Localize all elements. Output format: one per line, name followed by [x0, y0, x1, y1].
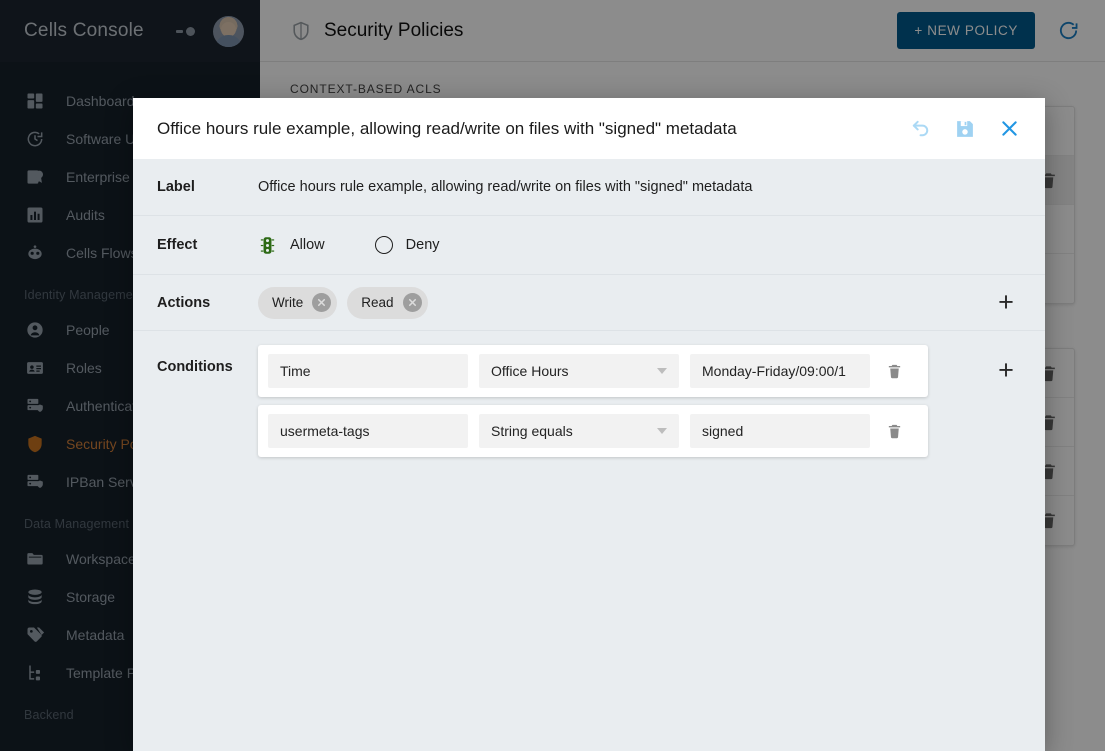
condition-item: String equals	[258, 405, 928, 457]
action-chip-label: Write	[272, 295, 304, 310]
traffic-light-icon	[258, 236, 277, 255]
condition-value-input[interactable]	[690, 354, 870, 388]
actions-field-label: Actions	[157, 294, 211, 311]
condition-operator-value: Office Hours	[491, 363, 569, 379]
condition-key-input[interactable]	[268, 354, 468, 388]
add-condition-button[interactable]: +	[991, 355, 1021, 385]
effect-option-allow[interactable]: Allow	[258, 236, 325, 255]
remove-chip-icon[interactable]	[312, 293, 332, 312]
condition-item: Office Hours	[258, 345, 928, 397]
label-row: Label Office hours rule example, allowin…	[133, 159, 1045, 216]
action-chip[interactable]: Write	[258, 286, 338, 319]
close-icon[interactable]	[987, 107, 1031, 151]
delete-condition-icon[interactable]	[881, 358, 907, 384]
conditions-list: Office Hours String equals	[258, 345, 979, 457]
chevron-down-icon	[657, 368, 667, 374]
modal-title: Office hours rule example, allowing read…	[157, 118, 737, 138]
condition-operator-select[interactable]: Office Hours	[479, 354, 679, 388]
empty-circle-icon	[374, 236, 393, 254]
edit-policy-modal: Office hours rule example, allowing read…	[133, 98, 1045, 751]
delete-condition-icon[interactable]	[881, 418, 907, 444]
condition-operator-value: String equals	[491, 423, 573, 439]
effect-options: Allow Deny	[258, 236, 440, 255]
effect-field-label: Effect	[157, 237, 198, 253]
undo-icon[interactable]	[899, 107, 943, 151]
conditions-field-label: Conditions	[157, 359, 233, 375]
actions-chips: Write Read	[258, 286, 991, 319]
actions-row: Actions Write Read +	[133, 275, 1045, 331]
effect-deny-label: Deny	[405, 237, 440, 253]
remove-chip-icon[interactable]	[402, 293, 422, 312]
conditions-row: Conditions Office Hours	[133, 331, 1045, 457]
action-chip[interactable]: Read	[347, 286, 428, 319]
effect-option-deny[interactable]: Deny	[374, 236, 440, 254]
action-chip-label: Read	[361, 295, 394, 310]
label-field-label: Label	[157, 179, 195, 195]
chevron-down-icon	[657, 428, 667, 434]
effect-row: Effect Allow Deny	[133, 216, 1045, 275]
modal-body: Label Office hours rule example, allowin…	[133, 159, 1045, 751]
save-icon[interactable]	[943, 107, 987, 151]
modal-header: Office hours rule example, allowing read…	[133, 98, 1045, 159]
label-field-value[interactable]: Office hours rule example, allowing read…	[258, 179, 752, 195]
condition-key-input[interactable]	[268, 414, 468, 448]
effect-allow-label: Allow	[290, 237, 325, 253]
add-action-button[interactable]: +	[991, 288, 1021, 318]
condition-operator-select[interactable]: String equals	[479, 414, 679, 448]
condition-value-input[interactable]	[690, 414, 870, 448]
